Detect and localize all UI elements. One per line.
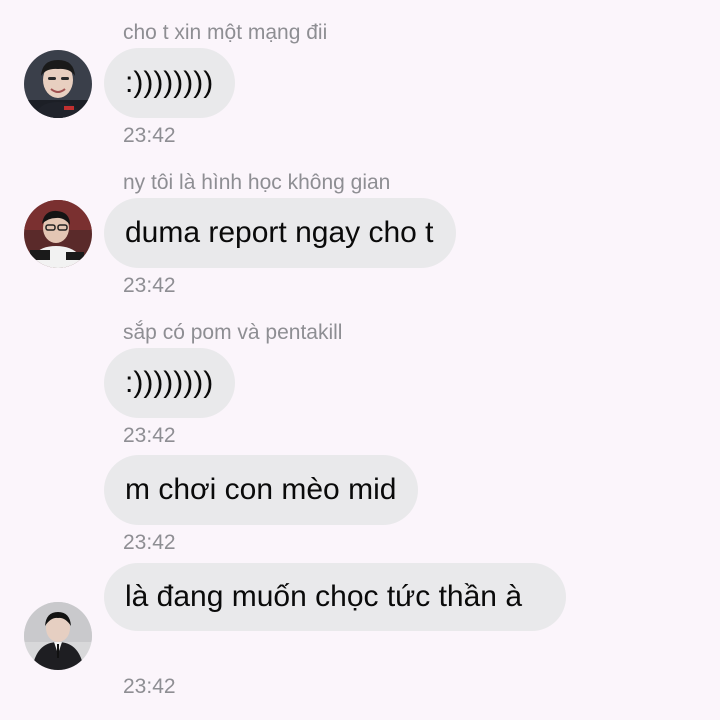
chat-thread: cho t xin một mạng đii :)))))))) 23:42 n… [0,0,720,720]
message-timestamp: 23:42 [123,274,176,297]
message-bubble[interactable]: là đang muốn chọc tức thần à [104,563,566,631]
sender-name: sắp có pom và pentakill [123,321,343,344]
message-bubble[interactable]: :)))))))) [104,48,236,118]
sender-name: cho t xin một mạng đii [123,21,328,44]
avatar[interactable] [24,200,92,268]
message-timestamp: 23:42 [123,675,176,698]
avatar-image-icon [24,50,92,118]
message-bubble[interactable]: :)))))))) [104,348,236,418]
avatar[interactable] [24,50,92,118]
avatar-image-icon [24,200,92,268]
message-timestamp: 23:42 [123,531,176,554]
avatar[interactable] [24,602,92,670]
avatar-image-icon [24,602,92,670]
message-timestamp: 23:42 [123,424,176,447]
sender-name: ny tôi là hình học không gian [123,171,391,194]
message-timestamp: 23:42 [123,124,176,147]
message-bubble[interactable]: m chơi con mèo mid [104,455,419,525]
message-bubble[interactable]: duma report ngay cho t [104,198,456,268]
